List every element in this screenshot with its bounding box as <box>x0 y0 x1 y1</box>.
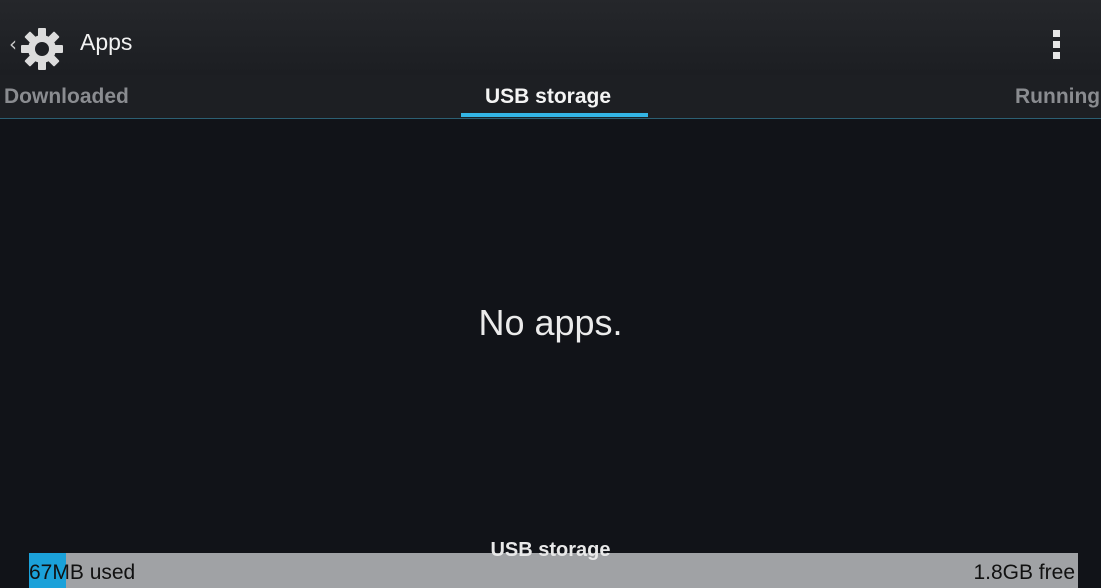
storage-label: USB storage <box>490 539 611 561</box>
tab-running[interactable]: Running <box>1015 84 1100 110</box>
tab-bar: Downloaded USB storage Running <box>0 75 1101 119</box>
storage-free-text: 1.8GB free <box>973 561 1075 584</box>
apps-screen: ‹ Apps Downloaded USB storage Running No… <box>0 0 1101 588</box>
page-title: Apps <box>80 29 133 55</box>
chevron-left-icon: ‹ <box>9 32 17 56</box>
tab-divider <box>0 118 1101 119</box>
tab-downloaded[interactable]: Downloaded <box>4 84 129 110</box>
empty-state-message: No apps. <box>478 302 623 343</box>
tab-usb-storage[interactable]: USB storage <box>485 84 611 110</box>
action-bar: ‹ Apps <box>0 0 1101 75</box>
overflow-menu-icon[interactable] <box>1049 24 1063 64</box>
tab-selected-indicator <box>461 113 648 117</box>
storage-used-text: 67MB used <box>29 561 136 584</box>
gear-icon <box>21 28 63 70</box>
